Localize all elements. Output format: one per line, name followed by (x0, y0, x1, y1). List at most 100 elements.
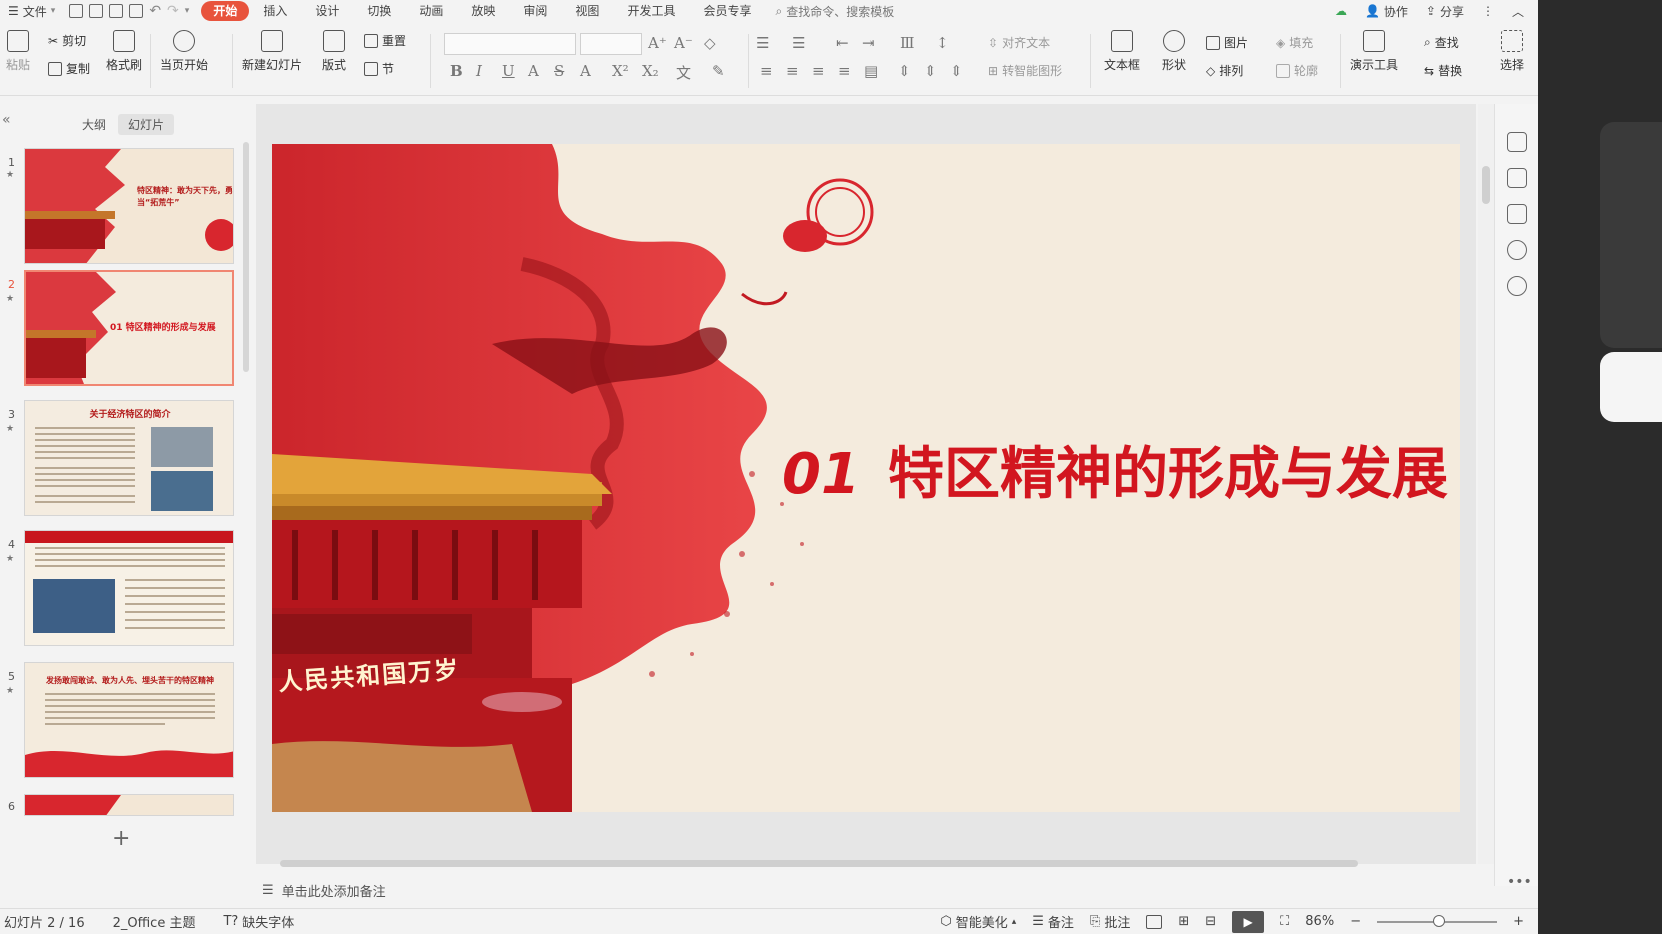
slideshow-play-button[interactable]: ▶ (1232, 910, 1265, 933)
current-slide[interactable]: 人民共和国万岁 01 特区精神的形成与发展 (272, 144, 1460, 812)
normal-view-icon[interactable] (1146, 914, 1163, 929)
cloud-sync-icon[interactable]: ☁ (1335, 4, 1347, 18)
tab-animations[interactable]: 动画 (405, 1, 457, 21)
copy-button[interactable]: 复制 (48, 60, 90, 77)
print-icon[interactable] (109, 4, 124, 18)
tab-transitions[interactable]: 切换 (353, 1, 405, 21)
align-left-icon[interactable]: ≡ (760, 62, 773, 80)
add-slide-icon[interactable]: + (112, 826, 130, 851)
italic-icon[interactable]: I (476, 62, 482, 80)
subscript-icon[interactable]: X₂ (642, 62, 659, 80)
strikethrough-icon[interactable]: S (554, 62, 564, 80)
arrange-button[interactable]: ◇ 排列 (1206, 62, 1243, 79)
format-painter-button[interactable]: 格式刷 (106, 30, 142, 73)
zoom-slider-knob[interactable] (1433, 914, 1446, 927)
properties-icon[interactable] (1507, 132, 1527, 152)
collapse-panel-icon[interactable]: « (2, 112, 11, 128)
text-box-button[interactable]: 文本框 (1104, 30, 1140, 73)
animation-icon[interactable] (1507, 168, 1527, 188)
zoom-in-icon[interactable]: + (1513, 914, 1524, 929)
outline-button[interactable]: 轮廓 (1276, 62, 1318, 79)
location-icon[interactable] (1507, 240, 1527, 260)
layout-button[interactable]: 版式 (322, 30, 346, 73)
para-spacing2-icon[interactable]: ⇕ (924, 62, 937, 80)
reading-view-icon[interactable]: ⊟ (1205, 914, 1216, 929)
zoom-out-icon[interactable]: − (1350, 914, 1361, 929)
decrease-indent-icon[interactable]: ⇤ (836, 34, 849, 52)
new-slide-button[interactable]: 新建幻灯片 (242, 30, 302, 73)
transition-icon[interactable] (1507, 204, 1527, 224)
tab-review[interactable]: 审阅 (509, 1, 561, 21)
undo-icon[interactable]: ↶ (149, 3, 161, 19)
presentation-tools-button[interactable]: 演示工具 (1350, 30, 1398, 73)
export-icon[interactable] (89, 4, 104, 18)
slide-horizontal-scrollbar[interactable] (262, 858, 1472, 868)
replace-button[interactable]: ⇆ 替换 (1424, 62, 1462, 79)
bold-icon[interactable]: B (450, 62, 463, 80)
select-button[interactable]: 选择 (1500, 30, 1524, 73)
phonetic-icon[interactable]: 文 (676, 62, 691, 83)
tab-slideshow[interactable]: 放映 (457, 1, 509, 21)
cut-button[interactable]: ✂ 剪切 (48, 32, 86, 49)
grow-font-icon[interactable]: A⁺ (648, 34, 667, 52)
tab-home[interactable]: 开始 (201, 1, 250, 21)
bullets-icon[interactable]: ☰ (756, 34, 769, 52)
customize-chevron-icon[interactable]: ▾ (185, 6, 190, 16)
thumbnail-scrollbar[interactable] (243, 142, 249, 372)
notes-pane[interactable]: ☰ 单击此处添加备注 (256, 878, 1476, 902)
scroll-thumb[interactable] (1482, 166, 1490, 204)
share-button[interactable]: ⇪ 分享 (1426, 3, 1464, 20)
para-spacing3-icon[interactable]: ⇕ (950, 62, 963, 80)
tab-outline[interactable]: 大纲 (72, 114, 116, 135)
file-menu[interactable]: ☰ 文件 ▾ (0, 0, 63, 22)
slide-thumbnail-4[interactable] (24, 530, 234, 646)
slide-vertical-scrollbar[interactable] (1478, 104, 1494, 864)
zoom-level[interactable]: 86% (1305, 914, 1334, 929)
distribute-icon[interactable]: ▤ (864, 62, 878, 80)
align-right-icon[interactable]: ≡ (812, 62, 825, 80)
tab-design[interactable]: 设计 (301, 1, 353, 21)
floating-side-widget[interactable] (1600, 122, 1662, 348)
command-search[interactable]: ⌕ 查找命令、搜索模板 (775, 3, 894, 20)
find-button[interactable]: ⌕ 查找 (1424, 34, 1459, 51)
collapse-ribbon-icon[interactable]: ︿ (1512, 3, 1524, 20)
superscript-icon[interactable]: X² (612, 62, 629, 80)
comments-button[interactable]: ⎘ 批注 (1090, 912, 1130, 931)
play-current-button[interactable]: 当页开始 (160, 30, 208, 73)
font-color-icon[interactable]: A (580, 62, 591, 80)
reset-button[interactable]: 重置 (364, 32, 406, 49)
notes-toggle-button[interactable]: ☰ 备注 (1032, 912, 1074, 931)
tab-insert[interactable]: 插入 (249, 1, 301, 21)
line-spacing-icon[interactable]: ↕ (936, 34, 949, 52)
more-icon[interactable]: ••• (1507, 874, 1532, 890)
more-menu-icon[interactable]: ⋮ (1482, 4, 1494, 18)
justify-icon[interactable]: ≡ (838, 62, 851, 80)
tab-view[interactable]: 视图 (561, 1, 613, 21)
picture-button[interactable]: 图片 (1206, 34, 1248, 51)
shape-button[interactable]: 形状 (1162, 30, 1186, 73)
theme-name[interactable]: 2_Office 主题 (113, 912, 196, 931)
text-shadow-icon[interactable]: A (528, 62, 539, 80)
missing-font-button[interactable]: T? 缺失字体 (223, 912, 294, 931)
underline-icon[interactable]: U (502, 62, 515, 80)
shrink-font-icon[interactable]: A⁻ (674, 34, 693, 52)
para-spacing-icon[interactable]: ⇕ (898, 62, 911, 80)
font-family-select[interactable] (444, 33, 576, 55)
redo-icon[interactable]: ↷ (167, 3, 179, 19)
zoom-slider[interactable] (1377, 914, 1498, 927)
tab-member[interactable]: 会员专享 (689, 1, 765, 21)
grid-view-icon[interactable]: ⊞ (1178, 914, 1189, 929)
fit-window-icon[interactable]: ⛶ (1280, 914, 1289, 929)
slide-thumbnail-6[interactable] (24, 794, 234, 816)
microphone-widget[interactable] (1600, 352, 1662, 422)
save-icon[interactable] (69, 4, 84, 18)
align-text-button[interactable]: ⇳ 对齐文本 (988, 34, 1050, 51)
collab-button[interactable]: 👤 协作 (1365, 3, 1408, 20)
tab-developer[interactable]: 开发工具 (613, 1, 689, 21)
slide-thumbnail-5[interactable]: 发扬敢闯敢试、敢为人先、埋头苦干的特区精神 (24, 662, 234, 778)
section-button[interactable]: 节 (364, 60, 394, 77)
font-size-select[interactable] (580, 33, 642, 55)
help-icon[interactable] (1507, 276, 1527, 296)
scroll-thumb[interactable] (280, 860, 1358, 867)
slide-title[interactable]: 01 特区精神的形成与发展 (782, 429, 1448, 510)
